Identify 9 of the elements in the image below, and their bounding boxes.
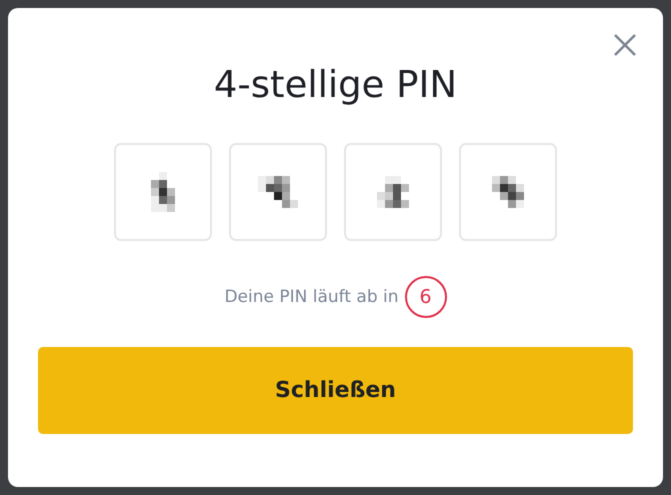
pixelated-digit-icon	[258, 176, 298, 208]
dialog-title: 4-stellige PIN	[214, 62, 458, 108]
expiry-text: Deine PIN läuft ab in	[224, 287, 399, 307]
close-button[interactable]: Schließen	[38, 347, 633, 434]
pixelated-digit-icon	[492, 176, 524, 208]
countdown-badge: 6	[404, 276, 447, 318]
close-icon[interactable]	[613, 33, 637, 57]
pixelated-digit-icon	[151, 172, 175, 212]
pixelated-digit-icon	[377, 176, 409, 208]
